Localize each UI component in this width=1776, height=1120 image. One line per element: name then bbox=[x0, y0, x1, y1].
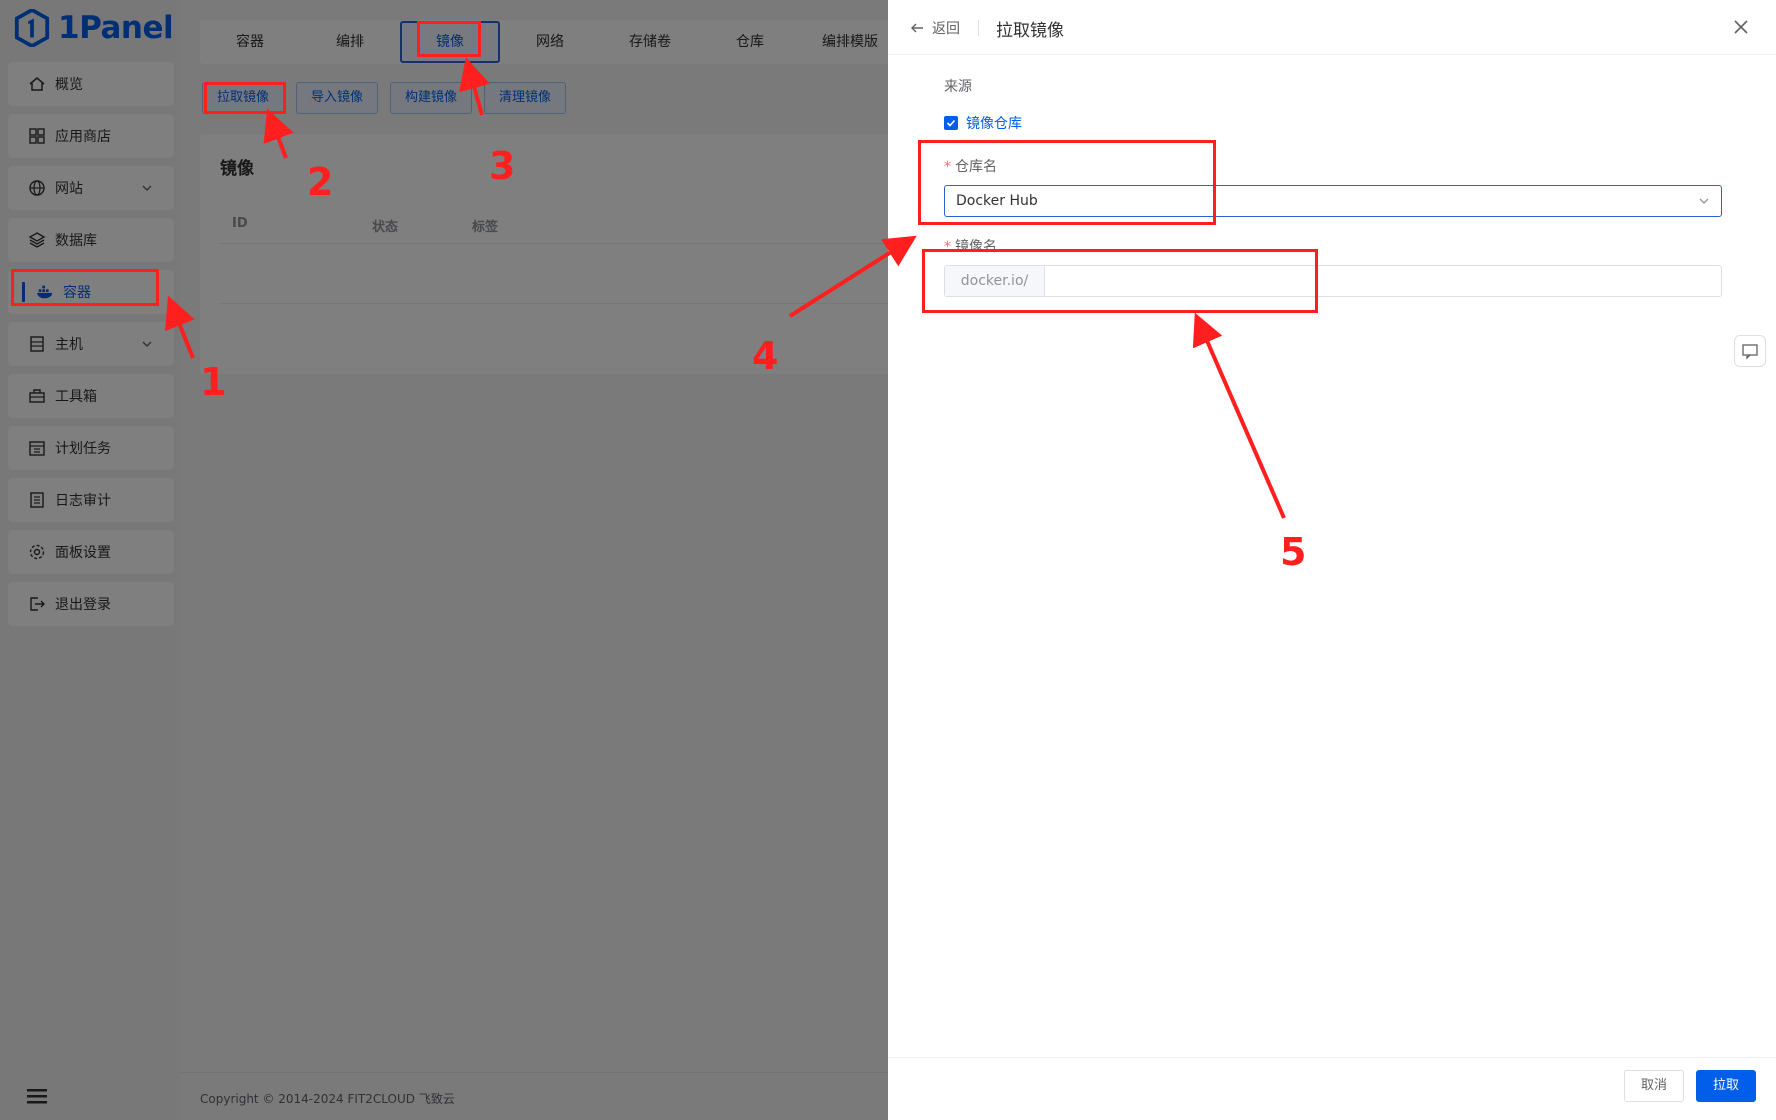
feedback-icon bbox=[1742, 344, 1758, 360]
checkbox-checked-icon bbox=[944, 116, 958, 130]
repo-select-value: Docker Hub bbox=[956, 193, 1038, 209]
pull-image-drawer: 返回 拉取镜像 来源 镜像仓库 * 仓库名 Docker Hub * 镜像名 doc… bbox=[888, 0, 1776, 1120]
modal-overlay[interactable] bbox=[0, 0, 888, 1120]
repo-select[interactable]: Docker Hub bbox=[944, 185, 1722, 217]
close-icon[interactable] bbox=[1732, 18, 1750, 36]
cancel-button[interactable]: 取消 bbox=[1624, 1070, 1684, 1102]
image-name-group: docker.io/ bbox=[944, 265, 1722, 297]
back-button[interactable]: 返回 bbox=[910, 18, 960, 38]
side-tool-button[interactable] bbox=[1734, 335, 1766, 367]
source-option-label: 镜像仓库 bbox=[966, 116, 1022, 132]
pull-button[interactable]: 拉取 bbox=[1696, 1070, 1756, 1102]
back-label: 返回 bbox=[932, 21, 960, 37]
image-name-prefix: docker.io/ bbox=[945, 266, 1045, 296]
image-name-input[interactable] bbox=[1045, 266, 1721, 296]
drawer-title: 拉取镜像 bbox=[996, 21, 1064, 41]
source-checkbox[interactable]: 镜像仓库 bbox=[944, 113, 1022, 133]
drawer-footer: 取消 拉取 bbox=[888, 1057, 1776, 1120]
image-name-label: * 镜像名 bbox=[944, 239, 997, 255]
repo-label: * 仓库名 bbox=[944, 159, 997, 175]
source-label: 来源 bbox=[944, 79, 972, 95]
header-divider bbox=[978, 20, 979, 36]
arrow-left-icon bbox=[911, 23, 923, 33]
chevron-down-icon bbox=[1699, 198, 1709, 204]
drawer-header: 返回 拉取镜像 bbox=[888, 0, 1776, 55]
